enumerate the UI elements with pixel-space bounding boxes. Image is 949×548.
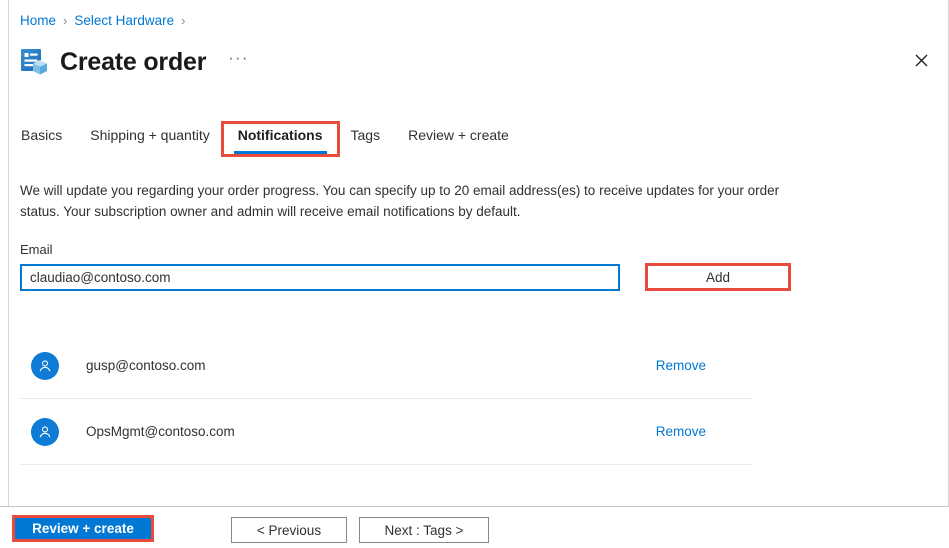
tab-tags[interactable]: Tags <box>337 124 395 154</box>
notification-recipients-list: gusp@contoso.com Remove OpsMgmt@contoso.… <box>20 333 752 465</box>
create-order-blade: Home › Select Hardware › Create order ··… <box>0 0 949 548</box>
breadcrumb-item-home[interactable]: Home <box>20 13 56 28</box>
add-button[interactable]: Add <box>645 263 791 291</box>
tab-basics[interactable]: Basics <box>18 124 76 154</box>
tab-shipping-quantity-label: Shipping + quantity <box>90 127 210 143</box>
page-title: Create order <box>60 48 207 76</box>
tab-tags-label: Tags <box>350 127 381 143</box>
tab-notifications[interactable]: Notifications <box>220 121 340 157</box>
breadcrumb-separator-icon: › <box>63 12 68 28</box>
tab-basics-label: Basics <box>21 127 63 143</box>
person-avatar-icon <box>31 417 59 446</box>
recipient-email: OpsMgmt@contoso.com <box>86 424 235 439</box>
previous-button[interactable]: < Previous <box>231 517 347 543</box>
order-form-box-icon <box>18 45 52 79</box>
notifications-description: We will update you regarding your order … <box>20 183 780 219</box>
breadcrumb-separator-icon: › <box>181 12 186 28</box>
breadcrumb: Home › Select Hardware › <box>20 10 193 30</box>
table-row: gusp@contoso.com Remove <box>20 333 752 399</box>
recipient-email: gusp@contoso.com <box>86 358 206 373</box>
tab-active-underline <box>233 151 327 154</box>
review-create-button[interactable]: Review + create <box>12 515 154 542</box>
wizard-tablist: Basics Shipping + quantity Notifications… <box>18 121 523 157</box>
blade-left-border <box>8 0 9 506</box>
table-row: OpsMgmt@contoso.com Remove <box>20 399 752 465</box>
tab-shipping-quantity[interactable]: Shipping + quantity <box>76 124 223 154</box>
more-options-icon[interactable]: ··· <box>228 51 248 70</box>
tab-review-create[interactable]: Review + create <box>394 124 523 154</box>
page-header: Create order ··· <box>18 40 249 84</box>
remove-recipient-link[interactable]: Remove <box>656 424 706 439</box>
email-input[interactable] <box>20 264 620 291</box>
remove-recipient-link[interactable]: Remove <box>656 358 706 373</box>
next-button[interactable]: Next : Tags > <box>359 517 489 543</box>
breadcrumb-item-select-hardware[interactable]: Select Hardware <box>74 13 174 28</box>
close-icon[interactable] <box>905 44 937 76</box>
tab-notifications-label: Notifications <box>237 127 323 143</box>
person-avatar-icon <box>31 351 59 380</box>
email-field-label: Email <box>20 242 53 257</box>
tab-review-create-label: Review + create <box>408 127 509 143</box>
wizard-footer: Review + create < Previous Next : Tags > <box>0 507 949 548</box>
